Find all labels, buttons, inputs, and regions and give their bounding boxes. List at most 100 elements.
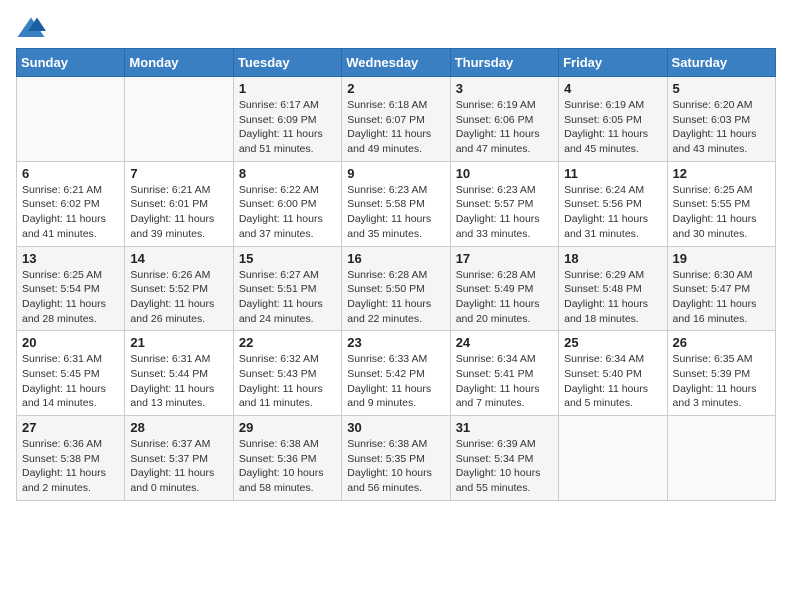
calendar-cell: 17 Sunrise: 6:28 AM Sunset: 5:49 PM Dayli… <box>450 246 558 331</box>
day-info: Sunrise: 6:19 AM Sunset: 6:05 PM Dayligh… <box>564 98 661 157</box>
day-number: 9 <box>347 166 444 181</box>
day-info: Sunrise: 6:28 AM Sunset: 5:50 PM Dayligh… <box>347 268 444 327</box>
day-header-sunday: Sunday <box>17 49 125 77</box>
day-info: Sunrise: 6:35 AM Sunset: 5:39 PM Dayligh… <box>673 352 770 411</box>
calendar-cell: 5 Sunrise: 6:20 AM Sunset: 6:03 PM Daylig… <box>667 77 775 162</box>
week-row-3: 13 Sunrise: 6:25 AM Sunset: 5:54 PM Dayli… <box>17 246 776 331</box>
day-number: 10 <box>456 166 553 181</box>
calendar-cell: 13 Sunrise: 6:25 AM Sunset: 5:54 PM Dayli… <box>17 246 125 331</box>
day-header-friday: Friday <box>559 49 667 77</box>
calendar-cell: 30Sunrise: 6:38 AM Sunset: 5:35 PM Dayli… <box>342 416 450 501</box>
week-row-2: 6Sunrise: 6:21 AM Sunset: 6:02 PM Daylig… <box>17 161 776 246</box>
day-info: Sunrise: 6:26 AM Sunset: 5:52 PM Dayligh… <box>130 268 227 327</box>
day-number: 11 <box>564 166 661 181</box>
calendar-cell: 3 Sunrise: 6:19 AM Sunset: 6:06 PM Daylig… <box>450 77 558 162</box>
day-number: 7 <box>130 166 227 181</box>
day-header-wednesday: Wednesday <box>342 49 450 77</box>
day-number: 29 <box>239 420 336 435</box>
calendar-cell: 1Sunrise: 6:17 AM Sunset: 6:09 PM Daylig… <box>233 77 341 162</box>
week-row-4: 20 Sunrise: 6:31 AM Sunset: 5:45 PM Dayli… <box>17 331 776 416</box>
calendar-cell: 11Sunrise: 6:24 AM Sunset: 5:56 PM Dayli… <box>559 161 667 246</box>
day-info: Sunrise: 6:19 AM Sunset: 6:06 PM Dayligh… <box>456 98 553 157</box>
header <box>16 16 776 40</box>
day-header-thursday: Thursday <box>450 49 558 77</box>
day-number: 14 <box>130 251 227 266</box>
day-info: Sunrise: 6:33 AM Sunset: 5:42 PM Dayligh… <box>347 352 444 411</box>
calendar-cell: 15 Sunrise: 6:27 AM Sunset: 5:51 PM Dayli… <box>233 246 341 331</box>
calendar-cell: 7Sunrise: 6:21 AM Sunset: 6:01 PM Daylig… <box>125 161 233 246</box>
calendar-cell <box>125 77 233 162</box>
calendar-cell: 29Sunrise: 6:38 AM Sunset: 5:36 PM Dayli… <box>233 416 341 501</box>
calendar-cell: 31 Sunrise: 6:39 AM Sunset: 5:34 PM Dayli… <box>450 416 558 501</box>
day-info: Sunrise: 6:30 AM Sunset: 5:47 PM Dayligh… <box>673 268 770 327</box>
day-header-tuesday: Tuesday <box>233 49 341 77</box>
calendar-cell <box>17 77 125 162</box>
calendar-cell: 6Sunrise: 6:21 AM Sunset: 6:02 PM Daylig… <box>17 161 125 246</box>
day-number: 2 <box>347 81 444 96</box>
calendar-cell: 22 Sunrise: 6:32 AM Sunset: 5:43 PM Dayli… <box>233 331 341 416</box>
calendar-cell: 24 Sunrise: 6:34 AM Sunset: 5:41 PM Dayli… <box>450 331 558 416</box>
day-number: 15 <box>239 251 336 266</box>
day-info: Sunrise: 6:31 AM Sunset: 5:45 PM Dayligh… <box>22 352 119 411</box>
calendar-body: 1Sunrise: 6:17 AM Sunset: 6:09 PM Daylig… <box>17 77 776 501</box>
calendar-cell: 19 Sunrise: 6:30 AM Sunset: 5:47 PM Dayli… <box>667 246 775 331</box>
day-info: Sunrise: 6:25 AM Sunset: 5:55 PM Dayligh… <box>673 183 770 242</box>
day-number: 21 <box>130 335 227 350</box>
day-number: 25 <box>564 335 661 350</box>
day-number: 3 <box>456 81 553 96</box>
week-row-1: 1Sunrise: 6:17 AM Sunset: 6:09 PM Daylig… <box>17 77 776 162</box>
day-info: Sunrise: 6:37 AM Sunset: 5:37 PM Dayligh… <box>130 437 227 496</box>
day-number: 12 <box>673 166 770 181</box>
day-info: Sunrise: 6:25 AM Sunset: 5:54 PM Dayligh… <box>22 268 119 327</box>
day-info: Sunrise: 6:21 AM Sunset: 6:02 PM Dayligh… <box>22 183 119 242</box>
calendar-cell: 9 Sunrise: 6:23 AM Sunset: 5:58 PM Daylig… <box>342 161 450 246</box>
day-info: Sunrise: 6:28 AM Sunset: 5:49 PM Dayligh… <box>456 268 553 327</box>
day-number: 19 <box>673 251 770 266</box>
day-number: 24 <box>456 335 553 350</box>
day-number: 17 <box>456 251 553 266</box>
day-number: 18 <box>564 251 661 266</box>
day-info: Sunrise: 6:34 AM Sunset: 5:41 PM Dayligh… <box>456 352 553 411</box>
day-number: 22 <box>239 335 336 350</box>
day-info: Sunrise: 6:39 AM Sunset: 5:34 PM Dayligh… <box>456 437 553 496</box>
calendar-cell: 25 Sunrise: 6:34 AM Sunset: 5:40 PM Dayli… <box>559 331 667 416</box>
calendar-cell: 18 Sunrise: 6:29 AM Sunset: 5:48 PM Dayli… <box>559 246 667 331</box>
day-header-monday: Monday <box>125 49 233 77</box>
day-number: 13 <box>22 251 119 266</box>
calendar-cell: 26 Sunrise: 6:35 AM Sunset: 5:39 PM Dayli… <box>667 331 775 416</box>
day-info: Sunrise: 6:17 AM Sunset: 6:09 PM Dayligh… <box>239 98 336 157</box>
day-info: Sunrise: 6:20 AM Sunset: 6:03 PM Dayligh… <box>673 98 770 157</box>
day-header-saturday: Saturday <box>667 49 775 77</box>
day-number: 28 <box>130 420 227 435</box>
day-number: 8 <box>239 166 336 181</box>
calendar-cell: 27 Sunrise: 6:36 AM Sunset: 5:38 PM Dayli… <box>17 416 125 501</box>
day-info: Sunrise: 6:27 AM Sunset: 5:51 PM Dayligh… <box>239 268 336 327</box>
day-info: Sunrise: 6:32 AM Sunset: 5:43 PM Dayligh… <box>239 352 336 411</box>
day-info: Sunrise: 6:38 AM Sunset: 5:35 PM Dayligh… <box>347 437 444 496</box>
calendar-cell: 2 Sunrise: 6:18 AM Sunset: 6:07 PM Daylig… <box>342 77 450 162</box>
calendar-cell: 4Sunrise: 6:19 AM Sunset: 6:05 PM Daylig… <box>559 77 667 162</box>
calendar-cell: 28 Sunrise: 6:37 AM Sunset: 5:37 PM Dayli… <box>125 416 233 501</box>
calendar-cell: 16 Sunrise: 6:28 AM Sunset: 5:50 PM Dayli… <box>342 246 450 331</box>
calendar-cell: 20 Sunrise: 6:31 AM Sunset: 5:45 PM Dayli… <box>17 331 125 416</box>
logo-icon <box>16 16 46 40</box>
day-info: Sunrise: 6:23 AM Sunset: 5:58 PM Dayligh… <box>347 183 444 242</box>
day-info: Sunrise: 6:22 AM Sunset: 6:00 PM Dayligh… <box>239 183 336 242</box>
day-header-row: SundayMondayTuesdayWednesdayThursdayFrid… <box>17 49 776 77</box>
day-info: Sunrise: 6:34 AM Sunset: 5:40 PM Dayligh… <box>564 352 661 411</box>
calendar-cell: 8 Sunrise: 6:22 AM Sunset: 6:00 PM Daylig… <box>233 161 341 246</box>
day-number: 16 <box>347 251 444 266</box>
day-number: 26 <box>673 335 770 350</box>
day-info: Sunrise: 6:29 AM Sunset: 5:48 PM Dayligh… <box>564 268 661 327</box>
day-info: Sunrise: 6:18 AM Sunset: 6:07 PM Dayligh… <box>347 98 444 157</box>
day-number: 23 <box>347 335 444 350</box>
day-info: Sunrise: 6:36 AM Sunset: 5:38 PM Dayligh… <box>22 437 119 496</box>
day-number: 27 <box>22 420 119 435</box>
calendar-cell: 12 Sunrise: 6:25 AM Sunset: 5:55 PM Dayli… <box>667 161 775 246</box>
calendar-cell <box>559 416 667 501</box>
day-number: 5 <box>673 81 770 96</box>
calendar-cell: 14 Sunrise: 6:26 AM Sunset: 5:52 PM Dayli… <box>125 246 233 331</box>
day-number: 20 <box>22 335 119 350</box>
calendar-cell: 21Sunrise: 6:31 AM Sunset: 5:44 PM Dayli… <box>125 331 233 416</box>
day-number: 31 <box>456 420 553 435</box>
